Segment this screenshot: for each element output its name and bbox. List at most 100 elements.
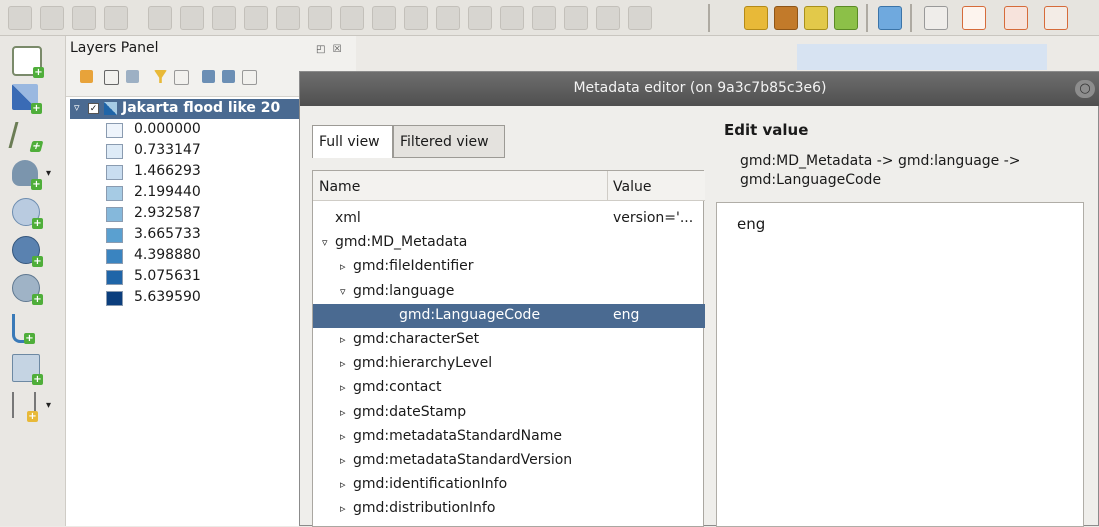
tab-full-view[interactable]: Full view xyxy=(312,125,393,158)
add-raster-layer-icon[interactable]: + xyxy=(12,84,42,114)
offset-curve-icon[interactable] xyxy=(436,6,460,30)
database-icon[interactable] xyxy=(744,6,768,30)
collapse-arrow-icon[interactable]: ▿ xyxy=(340,285,346,298)
legend-label: 5.075631 xyxy=(134,268,201,284)
tab-filtered-view[interactable]: Filtered view xyxy=(393,125,505,158)
merge-features-icon[interactable] xyxy=(500,6,524,30)
add-delimited-text-icon[interactable]: + xyxy=(8,122,45,152)
edit-value-text[interactable]: eng xyxy=(737,215,765,233)
show-label-icon[interactable] xyxy=(308,6,332,30)
tree-row[interactable]: gmd:LanguageCode eng xyxy=(313,303,705,328)
tree-row[interactable]: ▹ gmd:hierarchyLevel xyxy=(313,352,705,376)
legend-label: 0.733147 xyxy=(134,142,201,158)
tree-row[interactable]: ▹ gmd:distributionInfo xyxy=(313,497,705,521)
dialog-titlebar[interactable]: Metadata editor (on 9a3c7b85c3e6) ○ xyxy=(300,72,1099,106)
add-wms-layer-icon[interactable]: + xyxy=(12,198,43,229)
expand-arrow-icon[interactable]: ▹ xyxy=(340,260,346,273)
move-label-icon[interactable] xyxy=(148,6,172,30)
georeferencer-icon[interactable] xyxy=(804,6,828,30)
add-group-icon[interactable] xyxy=(104,70,119,85)
style-icon[interactable] xyxy=(80,70,93,83)
add-badge-icon: + xyxy=(24,333,35,344)
new-shapefile-icon[interactable]: + xyxy=(12,392,38,422)
rotate-point-icon[interactable] xyxy=(532,6,556,30)
metadata-icon[interactable] xyxy=(878,6,902,30)
rotate-label-icon[interactable] xyxy=(180,6,204,30)
dock-float-close-icon[interactable]: ◰ ☒ xyxy=(316,44,344,55)
add-virtual-layer-icon[interactable]: + xyxy=(12,314,35,344)
identify-icon[interactable] xyxy=(924,6,948,30)
pan-icon[interactable] xyxy=(40,6,64,30)
filter-icon[interactable] xyxy=(154,70,167,83)
expand-arrow-icon[interactable]: ▹ xyxy=(340,430,346,443)
legend-swatch xyxy=(106,144,123,159)
expand-arrow-icon[interactable]: ▹ xyxy=(340,381,346,394)
map-canvas-strip xyxy=(797,44,1047,70)
add-spatialite-layer-icon[interactable]: + xyxy=(12,354,43,385)
expand-arrow-icon[interactable]: ▿ xyxy=(74,101,80,114)
pin-label-icon[interactable] xyxy=(244,6,268,30)
add-wcs-layer-icon[interactable]: + xyxy=(12,236,43,267)
expand-arrow-icon[interactable]: ▹ xyxy=(340,454,346,467)
remove-layer-icon[interactable] xyxy=(242,70,257,85)
change-label-icon[interactable] xyxy=(212,6,236,30)
expand-arrow-icon[interactable]: ▹ xyxy=(340,502,346,515)
layer-visibility-checkbox[interactable]: ✓ xyxy=(88,103,99,114)
add-badge-icon: + xyxy=(32,374,43,385)
tree-row[interactable]: ▿ gmd:language xyxy=(313,280,705,304)
legend-label: 2.199440 xyxy=(134,184,201,200)
column-header-value[interactable]: Value xyxy=(613,179,651,195)
toolbar-separator xyxy=(910,4,912,32)
column-divider[interactable] xyxy=(607,171,608,201)
delete-part-icon[interactable] xyxy=(628,6,652,30)
filter-expression-icon[interactable] xyxy=(174,70,189,85)
edit-value-textarea[interactable]: eng xyxy=(716,202,1084,527)
tree-node-name: gmd:contact xyxy=(353,379,442,396)
tree-node-name: gmd:dateStamp xyxy=(353,403,467,420)
collapse-all-icon[interactable] xyxy=(222,70,235,83)
select-rectangle-icon[interactable] xyxy=(962,6,986,30)
highlight-label-icon[interactable] xyxy=(276,6,300,30)
deselect-icon[interactable] xyxy=(8,6,32,30)
add-vector-layer-icon[interactable]: + xyxy=(12,46,44,78)
tree-row[interactable]: ▹ gmd:contact xyxy=(313,376,705,400)
expand-arrow-icon[interactable]: ▹ xyxy=(340,406,346,419)
tree-row[interactable]: ▹ gmd:dateStamp xyxy=(313,401,705,425)
simplify-icon[interactable] xyxy=(340,6,364,30)
layer-name: Jakarta flood like 20 xyxy=(122,100,281,116)
column-header-name[interactable]: Name xyxy=(319,179,360,195)
tree-row[interactable]: ▿ gmd:MD_Metadata xyxy=(313,231,705,255)
tree-row[interactable]: xml version='... xyxy=(313,207,705,231)
trim-extend-icon[interactable] xyxy=(596,6,620,30)
tree-row[interactable]: ▹ gmd:characterSet xyxy=(313,328,705,352)
add-wfs-layer-icon[interactable]: + xyxy=(12,274,43,305)
split-features-icon[interactable] xyxy=(468,6,492,30)
node-tool-icon[interactable] xyxy=(72,6,96,30)
measure-area-icon[interactable] xyxy=(1004,6,1028,30)
expand-arrow-icon[interactable]: ▹ xyxy=(340,357,346,370)
vertex-tool-icon[interactable] xyxy=(104,6,128,30)
reshape-icon[interactable] xyxy=(404,6,428,30)
tree-row[interactable]: ▹ gmd:metadataStandardVersion xyxy=(313,449,705,473)
add-postgis-layer-icon[interactable]: + xyxy=(12,160,42,190)
tree-row[interactable]: ▹ gmd:metadataStandardName xyxy=(313,425,705,449)
visibility-icon[interactable] xyxy=(126,70,139,83)
add-ring-icon[interactable] xyxy=(372,6,396,30)
plugin-tool-icon[interactable] xyxy=(774,6,798,30)
dropdown-arrow-icon[interactable]: ▾ xyxy=(46,168,51,179)
legend-swatch xyxy=(106,123,123,138)
dialog-title: Metadata editor (on 9a3c7b85c3e6) xyxy=(573,80,827,96)
collapse-arrow-icon[interactable]: ▿ xyxy=(322,236,328,249)
expand-arrow-icon[interactable]: ▹ xyxy=(340,478,346,491)
tree-node-name: gmd:identificationInfo xyxy=(353,476,508,493)
measure-line-icon[interactable] xyxy=(1044,6,1068,30)
legend-swatch xyxy=(106,165,123,180)
dropdown-arrow-icon[interactable]: ▾ xyxy=(46,400,51,411)
processing-icon[interactable] xyxy=(834,6,858,30)
close-icon[interactable]: ○ xyxy=(1075,80,1095,98)
fill-ring-icon[interactable] xyxy=(564,6,588,30)
expand-all-icon[interactable] xyxy=(202,70,215,83)
tree-row[interactable]: ▹ gmd:identificationInfo xyxy=(313,473,705,497)
tree-row[interactable]: ▹ gmd:fileIdentifier xyxy=(313,255,705,279)
expand-arrow-icon[interactable]: ▹ xyxy=(340,333,346,346)
